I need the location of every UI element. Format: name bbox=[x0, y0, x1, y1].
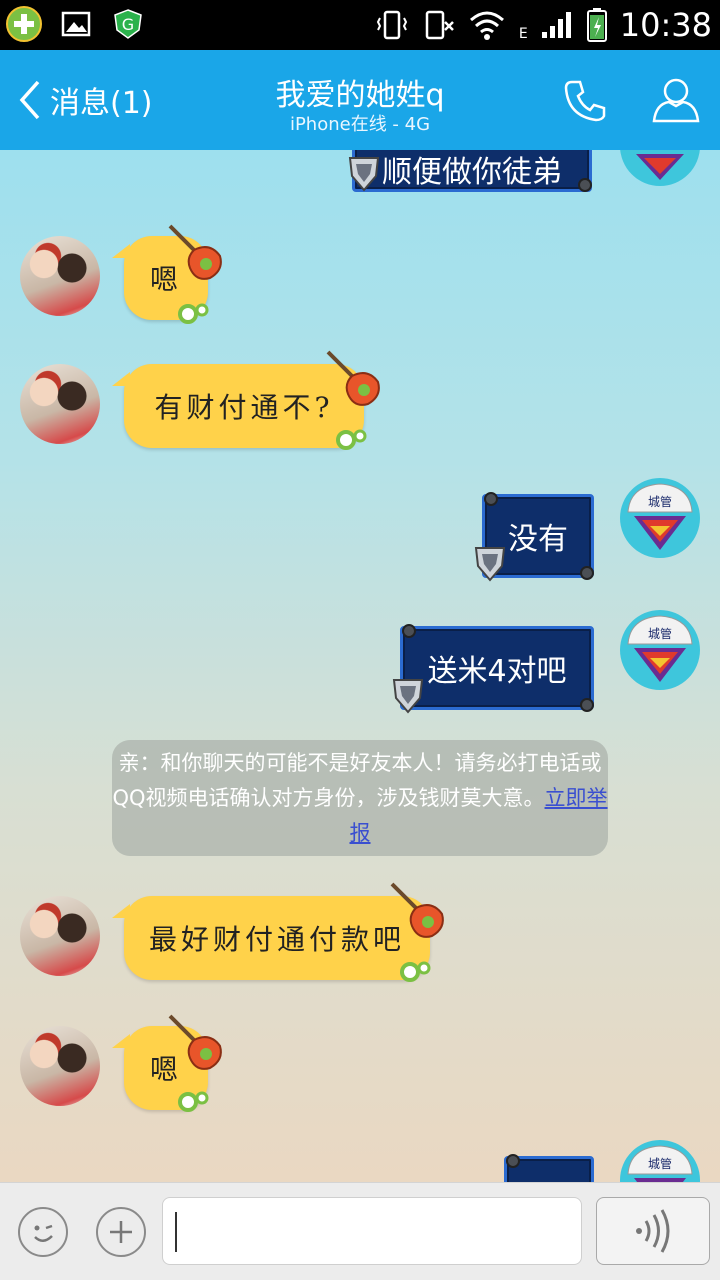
avatar-self[interactable]: 城管 bbox=[620, 478, 700, 558]
smiley-icon bbox=[34, 1224, 53, 1242]
guitar-sticker-icon bbox=[168, 1014, 222, 1070]
rivet bbox=[580, 698, 594, 712]
message-bubble-right[interactable]: 顺便做你徒弟 bbox=[352, 150, 592, 192]
voice-icon bbox=[636, 1209, 670, 1253]
emoji-button[interactable] bbox=[18, 1207, 68, 1257]
rivet bbox=[402, 624, 416, 638]
gallery-icon bbox=[58, 6, 94, 42]
page-title: 我爱的她姓q bbox=[275, 78, 445, 113]
input-bar bbox=[0, 1182, 720, 1280]
transformer-badge-icon bbox=[392, 679, 424, 714]
battery-icon bbox=[586, 8, 607, 42]
message-input[interactable] bbox=[162, 1197, 582, 1265]
phone-icon bbox=[564, 80, 606, 122]
avatar-contact[interactable] bbox=[20, 236, 100, 316]
wifi-icon bbox=[469, 11, 504, 40]
transformer-badge-icon bbox=[348, 157, 380, 192]
vibrate-icon bbox=[376, 10, 408, 40]
message-text: 顺便做你徒弟 bbox=[382, 155, 562, 191]
avatar-self[interactable]: 城管 bbox=[620, 610, 700, 690]
person-icon bbox=[652, 78, 700, 123]
avatar-self[interactable]: 城管 bbox=[620, 1140, 700, 1182]
add-app-icon bbox=[6, 6, 42, 42]
network-type: E bbox=[518, 26, 528, 42]
rivet bbox=[506, 1154, 520, 1168]
message-text: 送米4对吧 bbox=[427, 654, 567, 689]
shield-icon: G bbox=[110, 6, 146, 42]
transformer-badge-icon bbox=[474, 547, 506, 582]
message-bubble-right[interactable]: 送米4对吧 bbox=[400, 626, 594, 710]
helmet-label: 城管 bbox=[648, 494, 672, 509]
chat-area[interactable]: 顺便做你徒弟 嗯 有财付通不? 没有 城管 送米4对吧 城管 亲：和你聊天的可能… bbox=[0, 150, 720, 1182]
status-rings-icon bbox=[336, 429, 367, 450]
avatar-contact[interactable] bbox=[20, 896, 100, 976]
rivet bbox=[578, 178, 592, 192]
status-rings-icon bbox=[400, 961, 431, 982]
signal-icon bbox=[541, 12, 571, 38]
avatar-self[interactable] bbox=[620, 150, 700, 186]
status-bar: G E 10:38 bbox=[0, 0, 720, 50]
guitar-sticker-icon bbox=[390, 882, 444, 938]
guitar-sticker-icon bbox=[168, 224, 222, 280]
security-notice: 亲：和你聊天的可能不是好友本人！请务必打电话或QQ视频电话确认对方身份，涉及钱财… bbox=[112, 740, 608, 856]
rivet bbox=[484, 492, 498, 506]
avatar-contact[interactable] bbox=[20, 1026, 100, 1106]
notice-text: 亲：和你聊天的可能不是好友本人！请务必打电话或QQ视频电话确认对方身份，涉及钱财… bbox=[112, 751, 602, 810]
chat-header: 消息(1) 我爱的她姓q iPhone在线 - 4G bbox=[0, 50, 720, 150]
svg-text:G: G bbox=[122, 15, 134, 34]
clock: 10:38 bbox=[619, 6, 712, 44]
status-rings-icon bbox=[178, 303, 209, 324]
profile-button[interactable] bbox=[650, 74, 702, 126]
silent-phone-icon bbox=[425, 10, 454, 40]
helmet-label: 城管 bbox=[648, 1156, 672, 1171]
message-bubble-left[interactable]: 最好财付通付款吧 bbox=[112, 896, 430, 980]
avatar-contact[interactable] bbox=[20, 364, 100, 444]
call-button[interactable] bbox=[560, 74, 612, 126]
voice-button[interactable] bbox=[596, 1197, 710, 1265]
helmet-label: 城管 bbox=[648, 626, 672, 641]
more-button[interactable] bbox=[96, 1207, 146, 1257]
online-status: iPhone在线 - 4G bbox=[289, 114, 431, 135]
rivet bbox=[580, 566, 594, 580]
status-rings-icon bbox=[178, 1091, 209, 1112]
text-caret bbox=[175, 1212, 177, 1252]
message-text: 最好财付通付款吧 bbox=[148, 923, 405, 956]
guitar-sticker-icon bbox=[326, 350, 380, 406]
plus-icon bbox=[110, 1221, 132, 1243]
